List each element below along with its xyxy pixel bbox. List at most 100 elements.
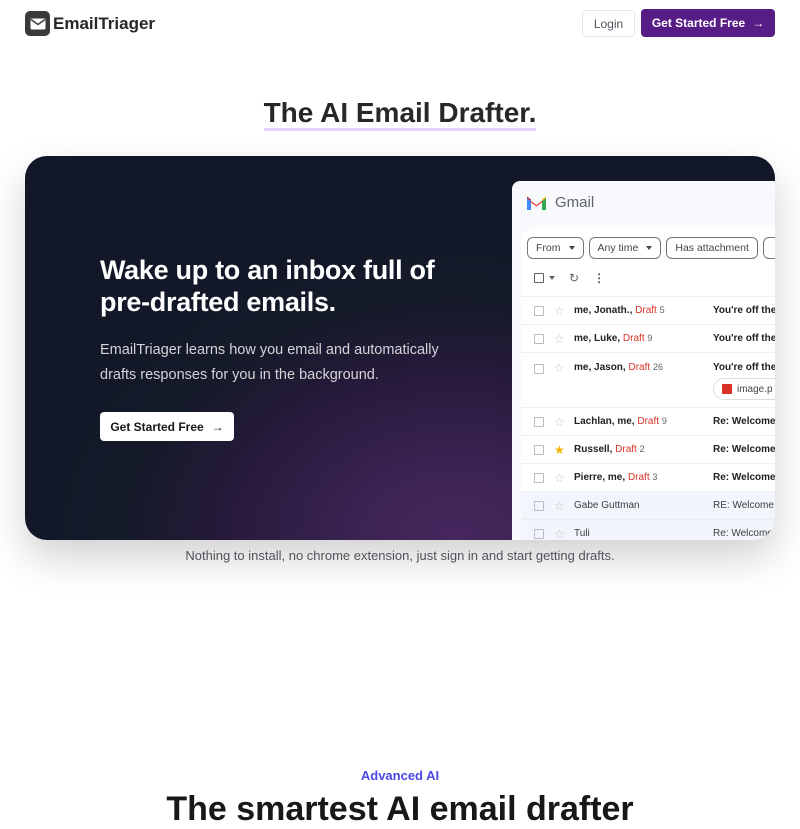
thread-count: 26 [652,362,663,372]
card-description: EmailTriager learns how you email and au… [100,342,439,383]
sender-names: me, Jonath., [574,305,633,316]
email-row[interactable]: ☆ me, Luke, Draft 9 You're off the [521,324,775,352]
arrow-right-icon: → [211,419,224,434]
row-checkbox[interactable] [534,472,544,483]
sender-names: me, Luke, [574,333,621,344]
email-sender: me, Jonath., Draft 5 [574,305,665,316]
thread-count: 9 [647,333,653,343]
thread-count: 9 [661,416,667,426]
star-icon[interactable]: ☆ [554,333,565,345]
filter-any-time-label: Any time [597,242,639,254]
caret-down-icon [568,246,575,250]
brand-logo[interactable]: EmailTriager [25,11,155,36]
sender-names: Pierre, me, [574,472,626,483]
sender-names: Tuli [574,528,590,539]
thread-count: 2 [639,444,645,454]
sender-names: Russell, [574,444,613,455]
email-row[interactable]: ☆ Gabe Guttman RE: Welcome t [521,491,775,519]
thread-count: 5 [659,305,665,315]
draft-label: Draft [628,362,651,373]
draft-label: Draft [615,444,637,455]
email-sender: me, Luke, Draft 9 [574,333,652,344]
filter-more[interactable] [762,237,775,259]
filter-attachment-label: Has attachment [675,242,749,254]
email-sender: Pierre, me, Draft 3 [574,472,657,483]
email-subject: RE: Welcome t [713,500,775,511]
gmail-logo-icon [527,196,546,210]
sender-names: me, Jason, [574,362,626,373]
get-started-button[interactable]: Get Started Free → [641,9,775,37]
gmail-header: Gmail [526,194,594,211]
gmail-inbox-panel: From Any time Has attachment ↻ ⋮ ☆ me, Jo… [521,227,775,540]
email-subject: You're off the [713,362,775,373]
email-sender: Tuli [574,528,590,539]
attachment-chip[interactable]: image.p [713,378,775,400]
email-sender: me, Jason, Draft 26 [574,362,663,373]
card-cta-label: Get Started Free [110,419,204,434]
star-icon[interactable]: ★ [554,444,565,456]
filter-from-label: From [536,242,561,254]
filter-any-time[interactable]: Any time [588,237,662,259]
star-icon[interactable]: ☆ [554,362,565,374]
row-checkbox[interactable] [534,416,544,427]
section-title: The smartest AI email drafter [166,790,634,828]
login-button[interactable]: Login [582,10,635,37]
email-sender: Gabe Guttman [574,500,640,511]
star-icon[interactable]: ☆ [554,416,565,428]
top-nav: EmailTriager Login Get Started Free → [0,0,800,46]
email-subject: Re: Welcome [713,444,775,455]
card-headline: Wake up to an inbox full of pre-drafted … [100,255,435,317]
row-checkbox[interactable] [534,333,544,344]
draft-label: Draft [637,416,660,427]
hero-title-text: The AI Email Drafter. [263,97,537,131]
gmail-preview: Gmail From Any time Has attachment ↻ ⋮ ☆… [512,181,775,540]
email-row[interactable]: ☆ Tuli Re: Welcome [521,519,775,540]
draft-label: Draft [635,305,657,316]
draft-label: Draft [622,333,645,344]
star-icon[interactable]: ☆ [554,500,565,512]
get-started-label: Get Started Free [651,16,746,30]
row-checkbox[interactable] [534,528,544,539]
row-checkbox[interactable] [534,305,544,316]
caret-down-icon [646,246,653,250]
install-note: Nothing to install, no chrome extension,… [185,548,615,563]
hero-card: Wake up to an inbox full of pre-drafted … [25,156,775,540]
star-icon[interactable]: ☆ [554,305,565,317]
email-list: ☆ me, Jonath., Draft 5 You're off the ☆ me, … [521,296,775,540]
email-row[interactable]: ☆ me, Jason, Draft 26 You're off the image.… [521,352,775,407]
image-file-icon [722,384,732,394]
select-all-checkbox[interactable] [534,273,555,283]
row-checkbox[interactable] [534,444,544,455]
email-sender: Lachlan, me, Draft 9 [574,416,667,427]
email-row[interactable]: ☆ me, Jonath., Draft 5 You're off the [521,296,775,324]
email-subject: You're off the [713,333,775,344]
hero-title: The AI Email Drafter. [0,97,800,131]
draft-label: Draft [627,472,650,483]
email-subject: Re: Welcome [713,416,775,427]
sender-names: Lachlan, me, [574,416,635,427]
brand-name: EmailTriager [53,13,156,33]
star-icon[interactable]: ☆ [554,528,565,540]
email-row[interactable]: ☆ Lachlan, me, Draft 9 Re: Welcome [521,407,775,435]
filter-from[interactable]: From [527,237,584,259]
caret-down-icon [549,276,555,280]
thread-count: 3 [652,472,658,482]
envelope-icon [25,11,50,36]
checkbox-icon [534,273,544,283]
row-checkbox[interactable] [534,500,544,511]
email-subject: Re: Welcome [713,528,773,539]
attachment-name: image.p [737,383,773,395]
card-get-started-button[interactable]: Get Started Free → [100,412,234,441]
inbox-toolbar: ↻ ⋮ [534,272,605,284]
star-icon[interactable]: ☆ [554,472,565,484]
email-row[interactable]: ★ Russell, Draft 2 Re: Welcome [521,435,775,463]
sender-names: Gabe Guttman [574,500,640,511]
email-subject: You're off the [713,305,775,316]
email-subject: Re: Welcome [713,472,775,483]
more-vert-icon[interactable]: ⋮ [593,272,605,284]
refresh-icon[interactable]: ↻ [569,272,579,284]
email-row[interactable]: ☆ Pierre, me, Draft 3 Re: Welcome [521,463,775,491]
filter-chips: From Any time Has attachment [527,237,775,259]
filter-has-attachment[interactable]: Has attachment [666,237,758,259]
row-checkbox[interactable] [534,364,544,374]
